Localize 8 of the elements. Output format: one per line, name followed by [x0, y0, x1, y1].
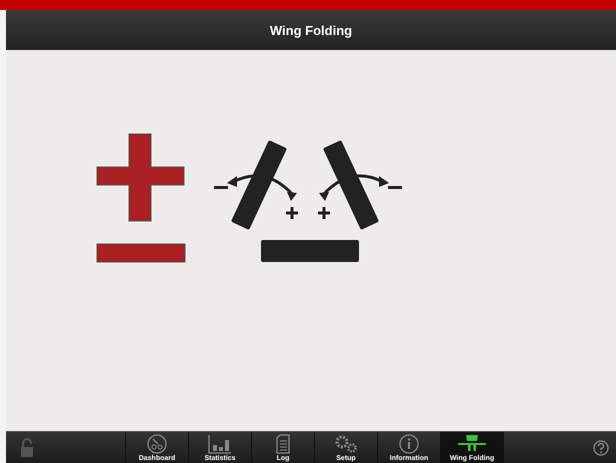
- info-icon: [399, 434, 419, 454]
- gauge-icon: [147, 434, 167, 454]
- bar-chart-icon: [208, 434, 232, 454]
- help-icon[interactable]: [593, 440, 609, 456]
- wing-folding-icon: [457, 434, 487, 454]
- window-title: Wing Folding: [6, 10, 616, 50]
- gears-icon: [333, 434, 359, 454]
- document-icon: [276, 434, 290, 454]
